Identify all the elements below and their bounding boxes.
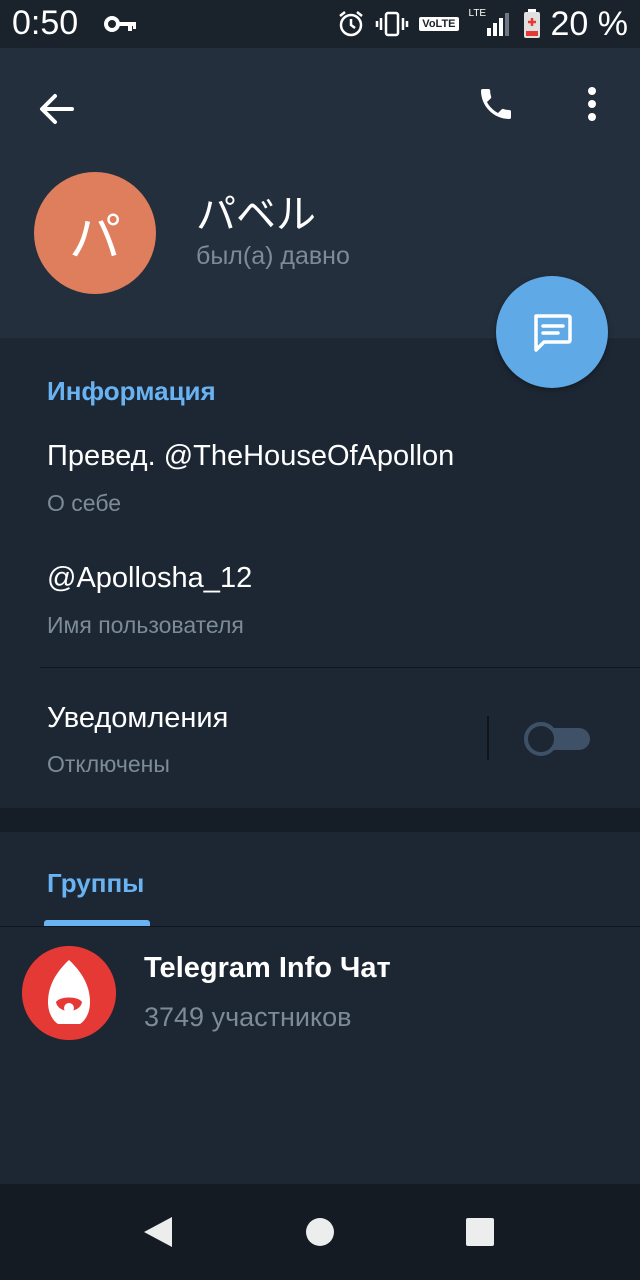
toggle-knob [524,722,558,756]
notifications-toggle[interactable] [524,722,592,756]
section-gap [0,808,640,832]
send-message-button[interactable] [496,276,608,388]
more-menu-button[interactable] [572,78,612,130]
bio-text[interactable]: Превед. @TheHouseOfApollon [47,440,454,473]
group-avatar [22,946,116,1040]
alarm-icon [339,11,364,37]
username-text[interactable]: @Apollosha_12 [47,562,252,595]
username-label: Имя пользователя [47,612,244,638]
message-icon [534,314,572,352]
nav-recents-button[interactable] [450,1202,510,1262]
info-section-title: Информация [47,376,216,406]
system-navbar [0,1184,640,1280]
key-icon [104,16,136,32]
battery-percent: 20 % [550,4,629,43]
group-name: Telegram Info Чат [144,952,391,984]
more-vertical-icon [588,87,596,121]
notifications-label[interactable]: Уведомления [47,702,228,735]
notifications-state: Отключены [47,751,170,777]
groups-divider [0,926,640,927]
battery-icon [523,9,540,38]
profile-name: パベル [196,192,316,238]
square-recents-icon [466,1218,494,1246]
group-logo-icon [22,946,116,1040]
back-button[interactable] [30,83,82,135]
triangle-back-icon [144,1217,172,1247]
signal-icon: LTE [469,8,513,38]
toggle-separator [487,716,489,760]
vibrate-icon [376,11,409,37]
group-members-count: 3749 участников [144,1002,352,1032]
info-divider [40,667,640,668]
groups-section: Группы Telegram Info Чат 3749 участников [0,832,640,1184]
avatar-initial: パ [68,208,121,269]
arrow-left-icon [40,94,74,124]
status-icons: VoLTE LTE 20 % [337,0,628,48]
nav-back-button[interactable] [128,1202,188,1262]
call-button[interactable] [470,78,522,130]
volte-badge: VoLTE [419,17,459,31]
status-time: 0:50 [12,4,79,42]
tab-groups[interactable]: Группы [47,868,144,899]
profile-avatar[interactable]: パ [34,172,156,294]
status-bar: 0:50 VoLTE LTE 20 % [0,0,640,48]
bio-label: О себе [47,490,122,516]
phone-icon [481,89,511,119]
circle-home-icon [306,1218,334,1246]
nav-home-button[interactable] [290,1202,350,1262]
info-section: Информация Превед. @TheHouseOfApollon О … [0,338,640,808]
last-seen-status: был(а) давно [196,242,350,270]
